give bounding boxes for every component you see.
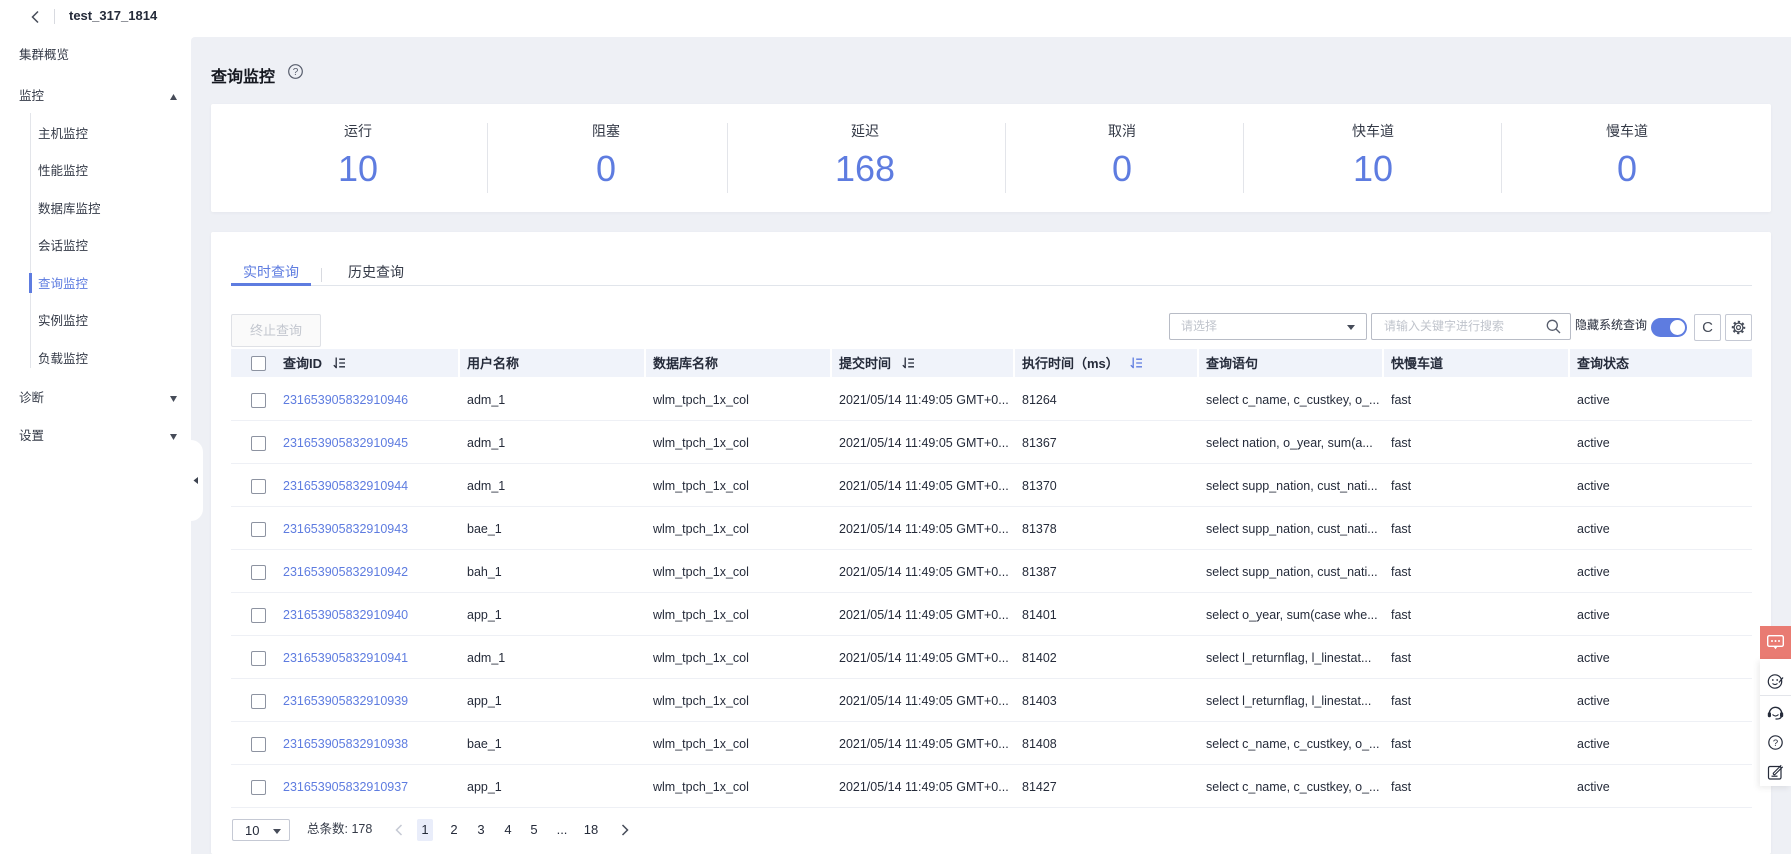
svg-text:?: ? bbox=[293, 67, 299, 78]
svg-text:?: ? bbox=[1773, 738, 1778, 749]
